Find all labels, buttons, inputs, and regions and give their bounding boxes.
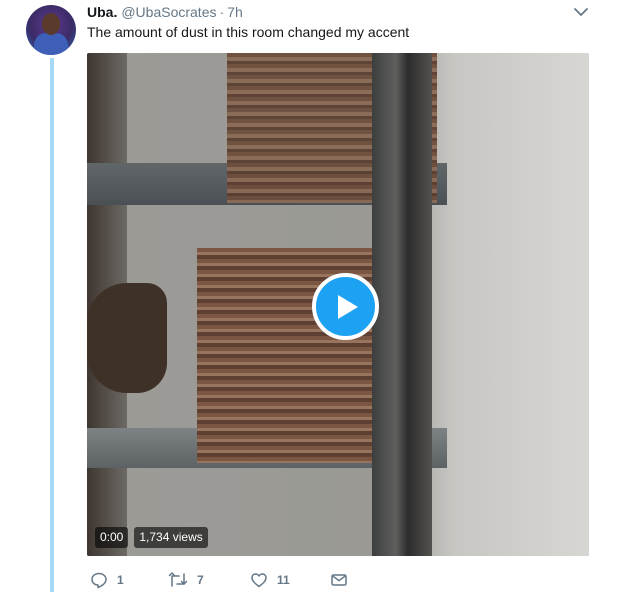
thread-line xyxy=(50,58,54,592)
tweet-time[interactable]: 7h xyxy=(227,4,243,20)
video-player[interactable]: 0:00 1,734 views xyxy=(87,53,589,556)
view-count: 1,734 views xyxy=(134,526,208,548)
heart-icon xyxy=(251,573,267,588)
retweet-icon xyxy=(168,572,188,587)
avatar-shirt xyxy=(34,33,68,55)
like-count: 11 xyxy=(277,573,290,587)
avatar[interactable] xyxy=(26,5,76,55)
avatar-face xyxy=(42,13,60,35)
video-duration: 0:00 xyxy=(95,526,129,548)
reply-count: 1 xyxy=(117,573,124,587)
play-button[interactable] xyxy=(312,273,379,340)
tweet-header: Uba. @UbaSocrates · 7h xyxy=(87,4,243,22)
video-overlay: 0:00 1,734 views xyxy=(95,526,208,548)
reply-icon xyxy=(91,572,107,589)
retweet-button[interactable]: 7 xyxy=(168,571,204,589)
envelope-icon xyxy=(331,574,347,586)
chevron-down-icon[interactable] xyxy=(571,4,591,20)
like-button[interactable]: 11 xyxy=(250,571,290,589)
tweet-text: The amount of dust in this room changed … xyxy=(87,24,410,40)
author-name[interactable]: Uba. xyxy=(87,4,117,20)
author-handle[interactable]: @UbaSocrates xyxy=(121,4,216,20)
separator-dot: · xyxy=(219,4,225,20)
reply-button[interactable]: 1 xyxy=(90,571,124,589)
retweet-count: 7 xyxy=(197,573,204,587)
direct-message-button[interactable] xyxy=(330,571,348,589)
play-icon xyxy=(338,295,358,319)
